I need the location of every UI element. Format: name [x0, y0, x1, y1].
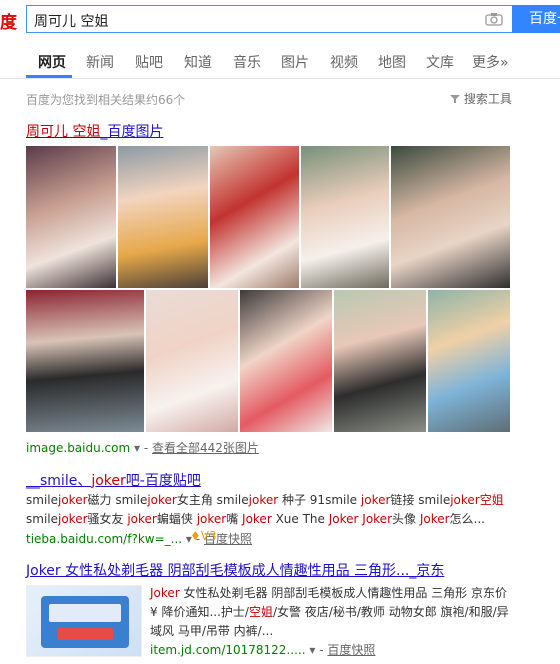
tab-music[interactable]: 音乐	[233, 52, 261, 72]
camera-icon[interactable]	[485, 12, 503, 26]
source-url[interactable]: image.baidu.com	[26, 441, 130, 455]
title-rest: 吧-百度贴吧	[125, 473, 201, 489]
tab-wenku[interactable]: 文库	[426, 52, 454, 72]
baidu-logo[interactable]: 度	[0, 8, 17, 33]
search-tools-label: 搜索工具	[463, 92, 512, 106]
vip-badge: ♦V3	[190, 529, 217, 543]
nav-tabs: 网页 新闻 贴吧 知道 音乐 图片 视频 地图 文库 更多»	[0, 38, 560, 79]
tab-map[interactable]: 地图	[378, 52, 406, 72]
product-thumbnail[interactable]	[26, 585, 142, 657]
product-label-shape	[49, 604, 121, 622]
source-url[interactable]: item.jd.com/10178122.....	[150, 643, 306, 657]
image-thumbnail[interactable]	[334, 290, 426, 432]
tab-images[interactable]: 图片	[281, 52, 309, 72]
result-abstract-line: 域风 马甲/吊带 内裤/...	[150, 624, 274, 638]
product-badge-shape	[57, 628, 113, 640]
tab-zhidao[interactable]: 知道	[184, 52, 212, 72]
result-title-images[interactable]: 周可儿 空姐_百度图片	[26, 121, 163, 141]
result-abstract-line: smilejoker骚女友 joker蝙蝠侠 joker嘴 Joker Xue …	[26, 512, 485, 526]
result-title-tieba[interactable]: __smile、joker吧-百度贴吧	[26, 470, 201, 490]
search-tools-button[interactable]: 搜索工具	[450, 90, 512, 107]
tab-more[interactable]: 更多»	[472, 52, 509, 72]
tab-web[interactable]: 网页	[38, 52, 66, 72]
title-pre: __smile、	[26, 473, 92, 489]
source-url[interactable]: tieba.baidu.com/f?kw=_...	[26, 532, 182, 546]
image-thumbnail[interactable]	[210, 146, 299, 288]
search-query[interactable]: 周可儿 空姐	[34, 11, 108, 31]
result-title-jd[interactable]: Joker 女性私处剃毛器 阴部刮毛模板成人情趣性用品 三角形..._京东	[26, 560, 444, 580]
image-thumbnail[interactable]	[301, 146, 389, 288]
search-button[interactable]: 百度一下	[512, 5, 560, 33]
image-thumbnail[interactable]	[26, 146, 116, 288]
result-abstract-line: Joker 女性私处剃毛器 阴部刮毛模板成人情趣性用品 三角形 京东价	[150, 586, 507, 600]
result-abstract-line: smilejoker磁力 smilejoker女主角 smilejoker 种子…	[26, 493, 504, 507]
vip-icon: ♦	[190, 529, 201, 543]
view-all-images-link[interactable]: 查看全部442张图片	[152, 441, 259, 455]
result-count: 百度为您找到相关结果约66个	[26, 93, 186, 107]
image-thumbnail[interactable]	[391, 146, 510, 288]
image-thumbnail[interactable]	[428, 290, 510, 432]
image-thumbnail[interactable]	[118, 146, 208, 288]
result-source-images: image.baidu.com ▾ - 查看全部442张图片	[26, 441, 259, 455]
tab-video[interactable]: 视频	[330, 52, 358, 72]
tab-news[interactable]: 新闻	[86, 52, 114, 72]
snapshot-link[interactable]: 百度快照	[327, 643, 375, 657]
image-thumbnail[interactable]	[26, 290, 144, 432]
title-rest: _百度图片	[100, 124, 164, 140]
result-source-tieba: tieba.baidu.com/f?kw=_... ▾ - 百度快照	[26, 532, 252, 546]
top-bar: 度 周可儿 空姐 百度一下	[0, 0, 560, 38]
title-highlight: 周可儿 空姐	[26, 124, 101, 140]
filter-icon	[450, 95, 460, 103]
chevron-down-icon[interactable]: ▾	[309, 643, 315, 657]
result-abstract-line: ¥ 降价通知...护士/空姐/女警 夜店/秘书/教师 动物女郎 旗袍/和服/异	[150, 605, 509, 619]
image-thumbnail[interactable]	[240, 290, 332, 432]
tab-tieba[interactable]: 贴吧	[135, 52, 163, 72]
title-highlight: joker	[91, 473, 126, 489]
active-tab-indicator	[26, 75, 72, 78]
result-source-jd: item.jd.com/10178122..... ▾ - 百度快照	[150, 643, 376, 657]
search-input[interactable]: 周可儿 空姐	[26, 5, 512, 33]
image-thumbnail[interactable]	[146, 290, 238, 432]
chevron-down-icon[interactable]: ▾	[134, 441, 140, 455]
